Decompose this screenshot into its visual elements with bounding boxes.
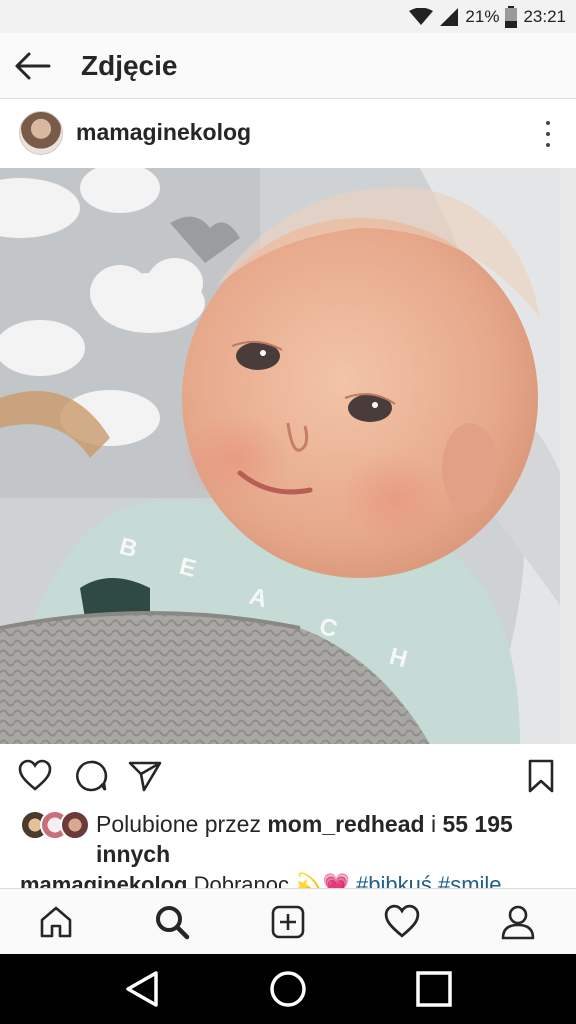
likes-joiner: i <box>424 811 443 837</box>
clock: 23:21 <box>523 6 566 26</box>
post-caption: mamaginekolog Dobranoc 💫💗 #bibkuś #smile <box>0 868 576 890</box>
battery-icon <box>505 5 518 28</box>
liker-avatars[interactable] <box>20 810 90 840</box>
system-recents-button[interactable] <box>414 969 454 1009</box>
bottom-navigation <box>0 888 576 955</box>
send-icon <box>128 761 162 792</box>
vertical-dots-icon <box>546 121 550 125</box>
add-icon <box>271 905 305 939</box>
profile-icon <box>501 905 535 940</box>
likes-text[interactable]: Polubione przez mom_redhead i 55 195 inny… <box>96 809 556 869</box>
post-header: mamaginekolog <box>0 99 576 167</box>
home-icon <box>40 906 72 938</box>
status-icons: 21% 23:21 <box>409 0 566 33</box>
nav-add[interactable] <box>270 904 306 940</box>
post-actions <box>0 745 576 805</box>
like-button[interactable] <box>18 759 52 793</box>
liker-username[interactable]: mom_redhead <box>267 811 424 837</box>
wifi-icon <box>409 7 434 25</box>
page-title: Zdjęcie <box>81 50 178 81</box>
cellular-signal-icon <box>440 7 459 26</box>
likes-section: Polubione przez mom_redhead i 55 195 inny… <box>0 806 576 868</box>
home-circle-icon <box>270 971 306 1007</box>
nav-home[interactable] <box>38 904 74 940</box>
battery-percent: 21% <box>465 6 500 26</box>
app-header: Zdjęcie <box>0 33 576 99</box>
system-back-button[interactable] <box>122 969 162 1009</box>
status-bar: 21% 23:21 <box>0 0 576 33</box>
system-home-button[interactable] <box>268 969 308 1009</box>
share-button[interactable] <box>128 759 162 793</box>
more-options-button[interactable] <box>542 121 554 147</box>
comment-icon <box>75 760 108 792</box>
likes-prefix: Polubione przez <box>96 811 268 837</box>
likes-count[interactable]: 55 195 <box>442 811 512 837</box>
post-username[interactable]: mamaginekolog <box>76 119 251 146</box>
activity-heart-icon <box>384 904 420 938</box>
nav-profile[interactable] <box>500 904 536 940</box>
baby-photo-image: B E A C H <box>0 168 576 744</box>
nav-activity[interactable] <box>384 904 420 940</box>
bookmark-icon <box>528 759 554 793</box>
recents-square-icon <box>416 971 452 1007</box>
back-button[interactable] <box>14 51 52 81</box>
back-triangle-icon <box>126 971 158 1007</box>
arrow-left-icon <box>15 52 51 80</box>
avatar <box>60 810 90 840</box>
likes-suffix[interactable]: innych <box>96 841 170 867</box>
save-button[interactable] <box>524 759 558 793</box>
heart-icon <box>18 759 52 791</box>
nav-search[interactable] <box>154 904 190 940</box>
avatar[interactable] <box>19 111 63 155</box>
post-photo[interactable]: B E A C H <box>0 168 576 744</box>
system-navigation-bar <box>0 954 576 1024</box>
comment-button[interactable] <box>74 759 108 793</box>
search-icon <box>156 906 190 940</box>
